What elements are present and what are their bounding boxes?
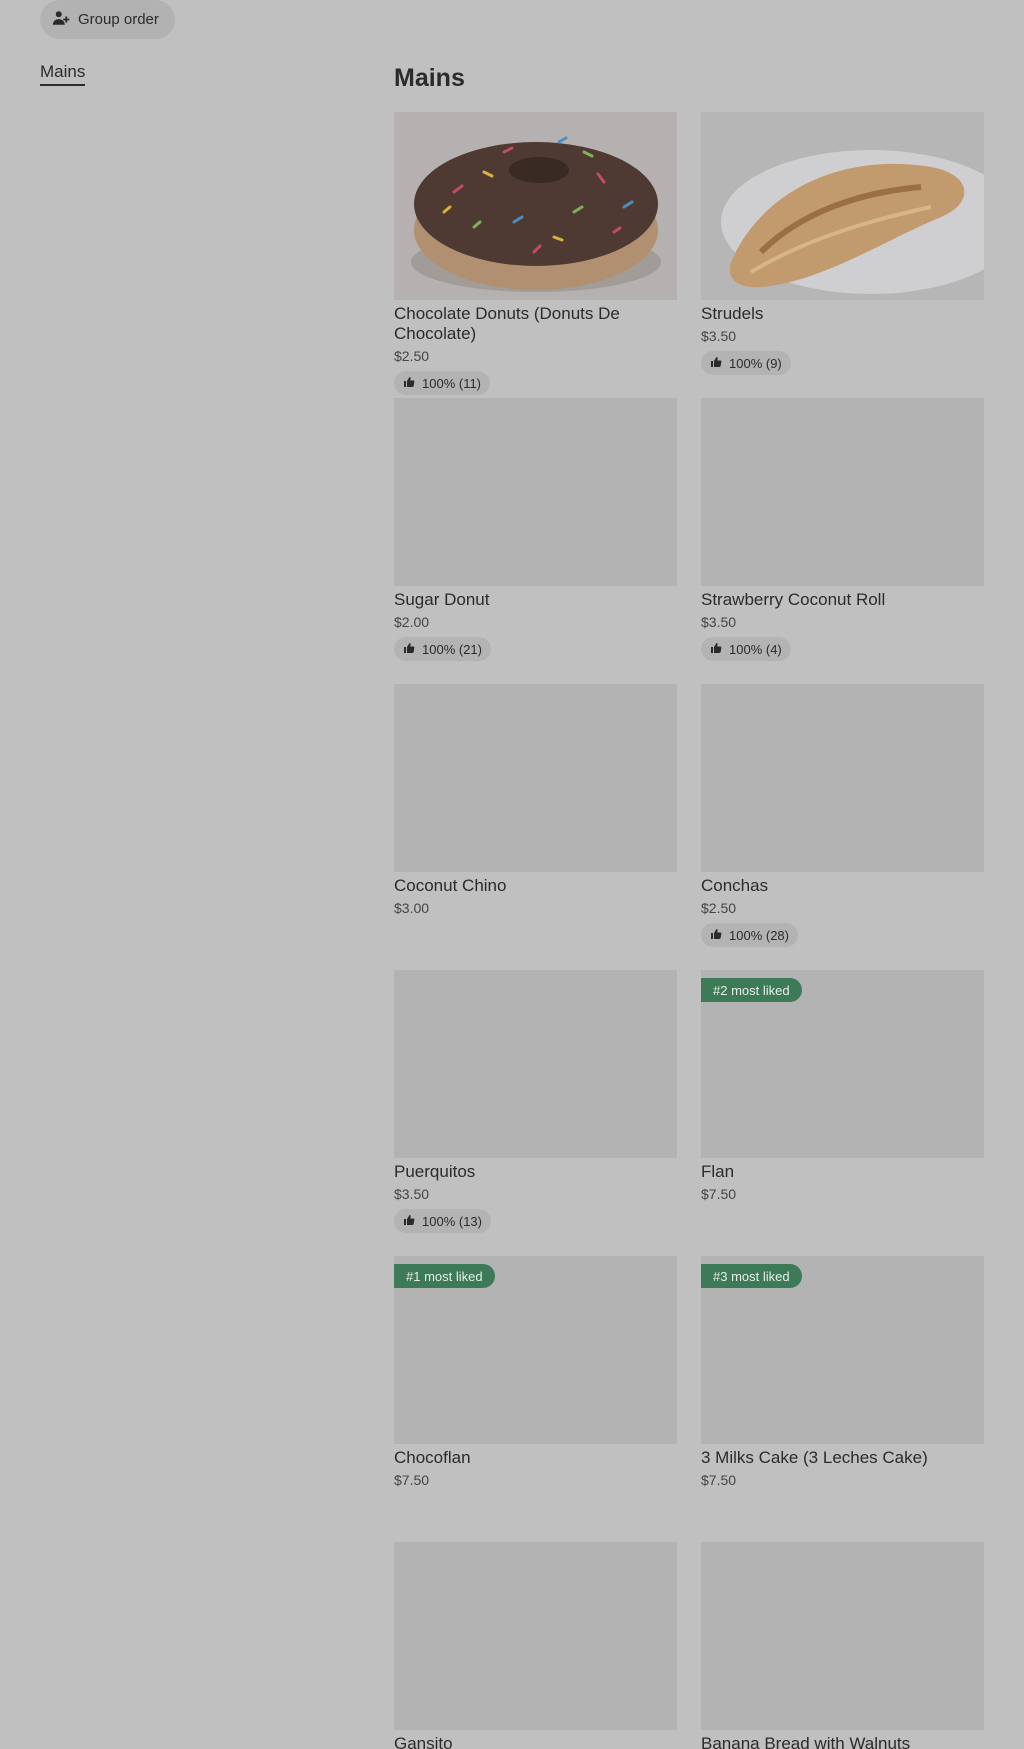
rating-pill: 100% (21)	[394, 637, 491, 661]
thumbs-up-icon	[403, 1214, 415, 1229]
category-nav-item-mains[interactable]: Mains	[40, 62, 86, 86]
menu-item-image[interactable]	[394, 398, 677, 586]
menu-item-price: $7.50	[701, 1186, 737, 1202]
rating-pill: 100% (28)	[701, 923, 798, 947]
menu-item-image[interactable]	[701, 1542, 984, 1730]
menu-item-image[interactable]	[701, 684, 984, 872]
menu-item-image[interactable]	[701, 112, 984, 300]
group-order-button[interactable]: Group order	[40, 0, 175, 39]
most-liked-badge: #3 most liked	[701, 1264, 802, 1288]
menu-item-price: $7.50	[701, 1472, 737, 1488]
group-order-label: Group order	[78, 11, 159, 28]
menu-item-name: Puerquitos	[394, 1162, 476, 1181]
menu-item-price: $3.50	[394, 1186, 430, 1202]
menu-item-card[interactable]: Chocolate Donuts (Donuts De Chocolate) $2…	[394, 112, 677, 398]
menu-item-price: $2.00	[394, 614, 430, 630]
menu-item-card[interactable]: Strudels $3.50 100% (9)	[701, 112, 984, 398]
thumbs-up-icon	[710, 356, 722, 371]
menu-item-card[interactable]: #3 most liked 3 Milks Cake (3 Leches Cake…	[701, 1256, 984, 1542]
most-liked-badge: #2 most liked	[701, 978, 802, 1002]
menu-item-price: $3.50	[701, 328, 737, 344]
menu-item-name: Strudels	[701, 304, 764, 323]
rating-pill: 100% (4)	[701, 637, 791, 661]
most-liked-badge: #1 most liked	[394, 1264, 495, 1288]
menu-item-price: $3.50	[701, 614, 737, 630]
menu-item-card[interactable]: Sugar Donut $2.00 100% (21)	[394, 398, 677, 684]
menu-item-image[interactable]	[701, 398, 984, 586]
menu-item-card[interactable]: Strawberry Coconut Roll $3.50 100% (4)	[701, 398, 984, 684]
restaurant-menu-page: Group order Mains Mains Chocolate Donuts…	[0, 0, 1024, 1749]
rating-text: 100% (4)	[729, 641, 782, 657]
menu-item-name: Banana Bread with Walnuts	[701, 1734, 911, 1749]
rating-text: 100% (13)	[422, 1213, 482, 1229]
menu-item-name: Sugar Donut	[394, 590, 490, 609]
menu-item-name: Flan	[701, 1162, 735, 1181]
rating-pill: 100% (13)	[394, 1209, 491, 1233]
menu-item-name: Conchas	[701, 876, 769, 895]
rating-pill: 100% (11)	[394, 371, 491, 395]
menu-item-name: 3 Milks Cake (3 Leches Cake)	[701, 1448, 928, 1467]
thumbs-up-icon	[403, 376, 415, 391]
menu-item-price: $2.50	[701, 900, 737, 916]
menu-item-name: Gansito	[394, 1734, 453, 1749]
menu-item-name: Chocolate Donuts (Donuts De Chocolate)	[394, 304, 620, 343]
menu-item-grid: Chocolate Donuts (Donuts De Chocolate) $2…	[394, 112, 984, 1749]
menu-item-name: Chocoflan	[394, 1448, 471, 1467]
menu-item-card[interactable]: #2 most liked Flan $7.50	[701, 970, 984, 1256]
menu-item-image[interactable]	[394, 970, 677, 1158]
thumbs-up-icon	[710, 928, 722, 943]
section-title: Mains	[394, 64, 465, 92]
rating-text: 100% (28)	[729, 927, 789, 943]
menu-item-name: Strawberry Coconut Roll	[701, 590, 886, 609]
menu-item-card[interactable]: #1 most liked Chocoflan $7.50	[394, 1256, 677, 1542]
menu-item-card[interactable]: Conchas $2.50 100% (28)	[701, 684, 984, 970]
rating-text: 100% (11)	[422, 375, 482, 391]
menu-item-card[interactable]: Banana Bread with Walnuts	[701, 1542, 984, 1749]
menu-item-price: $3.00	[394, 900, 430, 916]
thumbs-up-icon	[403, 642, 415, 657]
rating-text: 100% (21)	[422, 641, 482, 657]
menu-item-price: $7.50	[394, 1472, 430, 1488]
menu-item-price: $2.50	[394, 348, 430, 364]
menu-item-image[interactable]	[394, 112, 677, 300]
menu-item-card[interactable]: Coconut Chino $3.00	[394, 684, 677, 970]
menu-item-name: Coconut Chino	[394, 876, 507, 895]
category-nav: Mains	[40, 62, 86, 86]
menu-item-card[interactable]: Gansito	[394, 1542, 677, 1749]
menu-item-card[interactable]: Puerquitos $3.50 100% (13)	[394, 970, 677, 1256]
rating-text: 100% (9)	[729, 355, 782, 371]
menu-item-image[interactable]	[394, 1542, 677, 1730]
thumbs-up-icon	[710, 642, 722, 657]
person-add-icon	[52, 9, 70, 31]
rating-pill: 100% (9)	[701, 351, 791, 375]
menu-item-image[interactable]	[394, 684, 677, 872]
